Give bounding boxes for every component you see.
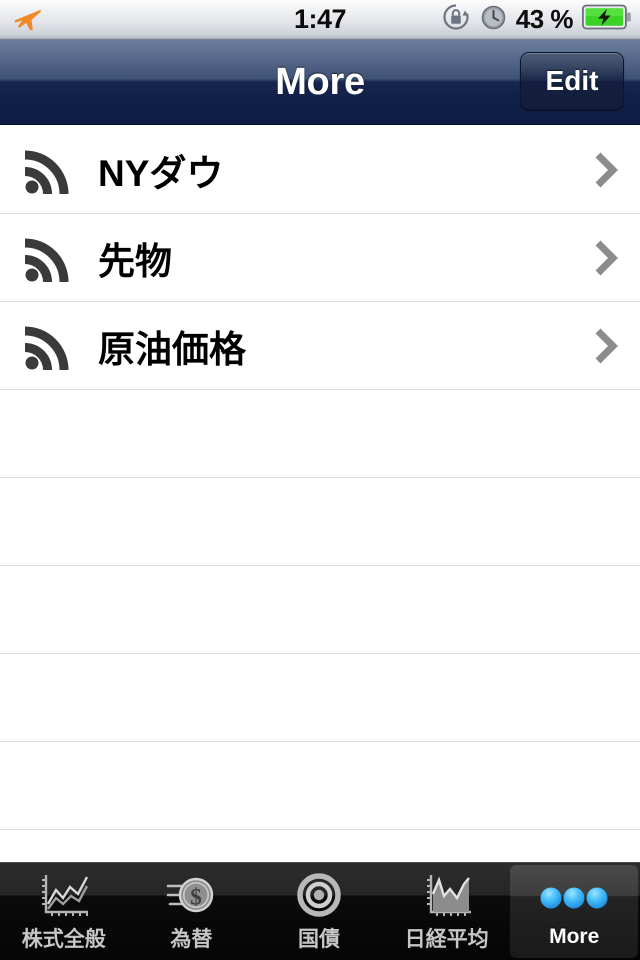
list-item-label: 原油価格 [98,328,246,370]
rotation-lock-icon [441,2,471,37]
edit-button[interactable]: Edit [520,52,624,110]
empty-list-row [0,742,640,830]
three-dots-icon [536,873,612,923]
battery-charging-icon [581,3,632,36]
status-bar: 1:47 43 % [0,0,640,40]
tab-more[interactable]: More [510,865,638,958]
chevron-right-icon [594,239,618,277]
battery-percent-label: 43 % [515,4,574,34]
list-item-label: NYダウ [98,152,224,194]
tab-label: 株式全般 [21,928,106,951]
navigation-bar: More Edit [0,40,640,125]
tab-label: 日経平均 [404,928,489,951]
rss-feed-icon [20,319,78,373]
tab-stocks-overall[interactable]: 株式全般 [0,863,128,960]
tab-forex[interactable]: $ 為替 [128,863,256,960]
empty-list-row [0,566,640,654]
status-bar-right: 43 % [441,0,632,39]
status-bar-time: 1:47 [293,4,347,34]
svg-text:$: $ [191,885,203,910]
empty-list-row [0,478,640,566]
tab-label: 為替 [170,928,213,951]
tab-label: More [549,925,600,948]
empty-list-row [0,654,640,742]
rss-feed-icon [20,143,78,197]
tab-label: 国債 [297,928,340,951]
area-chart-icon [419,871,475,921]
list-item-nydow[interactable]: NYダウ [0,126,640,214]
tab-bar: 株式全般 $ 為替 国債 日経平均 More [0,862,640,960]
list-item-futures[interactable]: 先物 [0,214,640,302]
empty-list-row [0,390,640,478]
line-chart-icon [36,871,92,921]
rss-feed-icon [20,231,78,285]
chevron-right-icon [594,327,618,365]
chevron-right-icon [594,151,618,189]
list-item-crude-oil-price[interactable]: 原油価格 [0,302,640,390]
tab-government-bonds[interactable]: 国債 [255,863,383,960]
target-bullseye-icon [291,871,347,921]
phone-screen: 1:47 43 % More Edit NYダウ 先物 原油価格 株式全般 $ … [0,0,640,960]
alarm-clock-icon [480,4,507,36]
dollar-coin-icon: $ [163,871,219,921]
list-item-label: 先物 [98,240,172,282]
tab-nikkei-average[interactable]: 日経平均 [383,863,511,960]
table-view: NYダウ 先物 原油価格 [0,126,640,862]
